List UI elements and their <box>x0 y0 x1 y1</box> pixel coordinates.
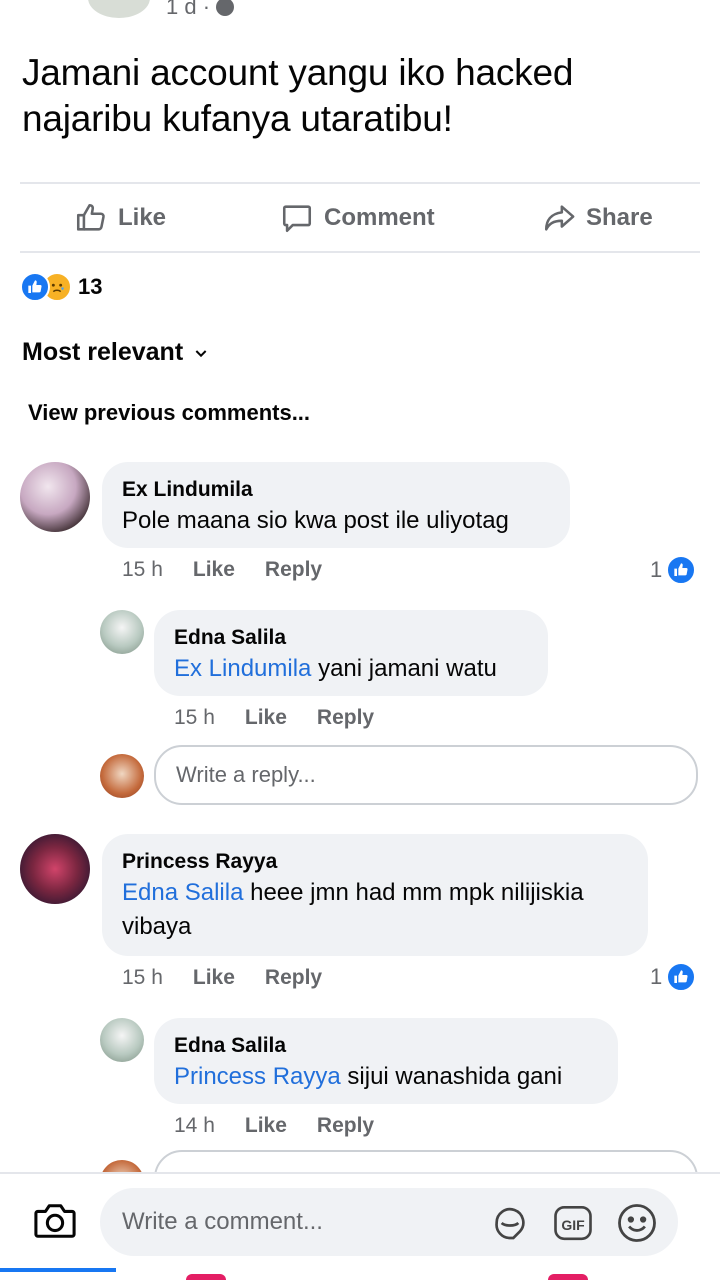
thumbs-up-icon <box>76 203 105 231</box>
comment-text: Edna Salila heee jmn had mm mpk nilijisk… <box>122 876 628 944</box>
reply-body: yani jamani watu <box>311 655 497 682</box>
emoji-icon[interactable] <box>616 1202 658 1249</box>
reply-bubble: Edna Salila Ex Lindumila yani jamani wat… <box>154 610 548 696</box>
like-reaction-icon <box>20 272 50 302</box>
comment-time: 15 h <box>122 558 163 581</box>
reply-body: sijui wanashida gani <box>340 1063 563 1090</box>
globe-icon <box>216 0 235 16</box>
tab-badge <box>186 1274 226 1280</box>
avatar[interactable] <box>20 462 90 532</box>
comment-bubble: Princess Rayya Edna Salila heee jmn had … <box>102 834 648 956</box>
comment-like-button[interactable]: Like <box>193 966 235 990</box>
comment-reply-button[interactable]: Reply <box>265 558 322 582</box>
chevron-down-icon <box>195 349 207 357</box>
comment-reply-button[interactable]: Reply <box>265 966 322 990</box>
mention-link[interactable]: Princess Rayya <box>174 1063 341 1090</box>
active-tab-indicator <box>0 1268 116 1272</box>
comment-author[interactable]: Ex Lindumila <box>122 476 550 504</box>
share-button[interactable]: Share <box>542 196 653 240</box>
avatar[interactable] <box>100 610 144 654</box>
view-previous-comments-link[interactable]: View previous comments... <box>28 400 310 426</box>
camera-icon[interactable] <box>32 1200 78 1247</box>
comment-like-button[interactable]: Like <box>193 558 235 582</box>
avatar[interactable] <box>20 834 90 904</box>
reply-reply-button[interactable]: Reply <box>317 1114 374 1138</box>
post-time: 1 d · <box>166 0 211 19</box>
comment-label: Comment <box>324 204 435 231</box>
comment-author[interactable]: Princess Rayya <box>122 848 628 876</box>
reply-author[interactable]: Edna Salila <box>174 1032 598 1060</box>
divider <box>20 251 700 253</box>
divider <box>20 182 700 184</box>
reply-time: 14 h <box>174 1114 215 1137</box>
comment-like-count[interactable]: 1 <box>650 962 697 992</box>
reply-text: Princess Rayya sijui wanashida gani <box>174 1060 598 1094</box>
like-badge-icon <box>666 962 697 992</box>
reaction-count: 13 <box>78 274 103 299</box>
tab-badge <box>548 1274 588 1280</box>
reply-meta: 15 h Like Reply <box>174 706 374 730</box>
reply-like-button[interactable]: Like <box>245 706 287 730</box>
reply-meta: 14 h Like Reply <box>174 1114 374 1138</box>
comment-meta: 15 h Like Reply <box>122 558 322 582</box>
sort-dropdown[interactable]: Most relevant <box>22 338 209 367</box>
poster-avatar[interactable] <box>88 0 150 18</box>
mention-link[interactable]: Edna Salila <box>122 879 243 906</box>
comment-bubble: Ex Lindumila Pole maana sio kwa post ile… <box>102 462 570 548</box>
comment-meta: 15 h Like Reply <box>122 966 322 990</box>
like-label: Like <box>118 204 167 231</box>
reply-time: 15 h <box>174 706 215 729</box>
share-label: Share <box>586 204 653 231</box>
gif-icon[interactable]: GIF <box>552 1202 594 1249</box>
share-icon <box>544 205 575 231</box>
mention-link[interactable]: Ex Lindumila <box>174 655 311 682</box>
svg-text:GIF: GIF <box>561 1217 585 1233</box>
sort-label: Most relevant <box>22 338 184 366</box>
reply-reply-button[interactable]: Reply <box>317 706 374 730</box>
reactions-summary[interactable]: 13 <box>20 272 102 302</box>
comment-button[interactable]: Comment <box>280 196 435 240</box>
avatar[interactable] <box>100 1018 144 1062</box>
comment-icon <box>282 205 312 233</box>
avatar[interactable] <box>100 754 144 798</box>
like-count-value: 1 <box>650 964 663 989</box>
reply-placeholder: Write a reply... <box>176 762 316 787</box>
post-text: Jamani account yangu iko hacked najaribu… <box>22 52 574 139</box>
like-count-value: 1 <box>650 557 663 582</box>
reply-text: Ex Lindumila yani jamani watu <box>174 652 528 686</box>
comment-time: 15 h <box>122 966 163 989</box>
reply-input[interactable]: Write a reply... <box>154 745 698 805</box>
comment-placeholder: Write a comment... <box>122 1208 323 1235</box>
reply-like-button[interactable]: Like <box>245 1114 287 1138</box>
comment-like-count[interactable]: 1 <box>650 555 697 585</box>
reply-bubble: Edna Salila Princess Rayya sijui wanashi… <box>154 1018 618 1104</box>
comment-text: Pole maana sio kwa post ile uliyotag <box>122 507 509 534</box>
reply-author[interactable]: Edna Salila <box>174 624 528 652</box>
sticker-icon[interactable] <box>490 1202 530 1249</box>
like-button[interactable]: Like <box>74 196 166 240</box>
like-badge-icon <box>666 555 697 585</box>
post-meta: 1 d · <box>166 0 235 20</box>
